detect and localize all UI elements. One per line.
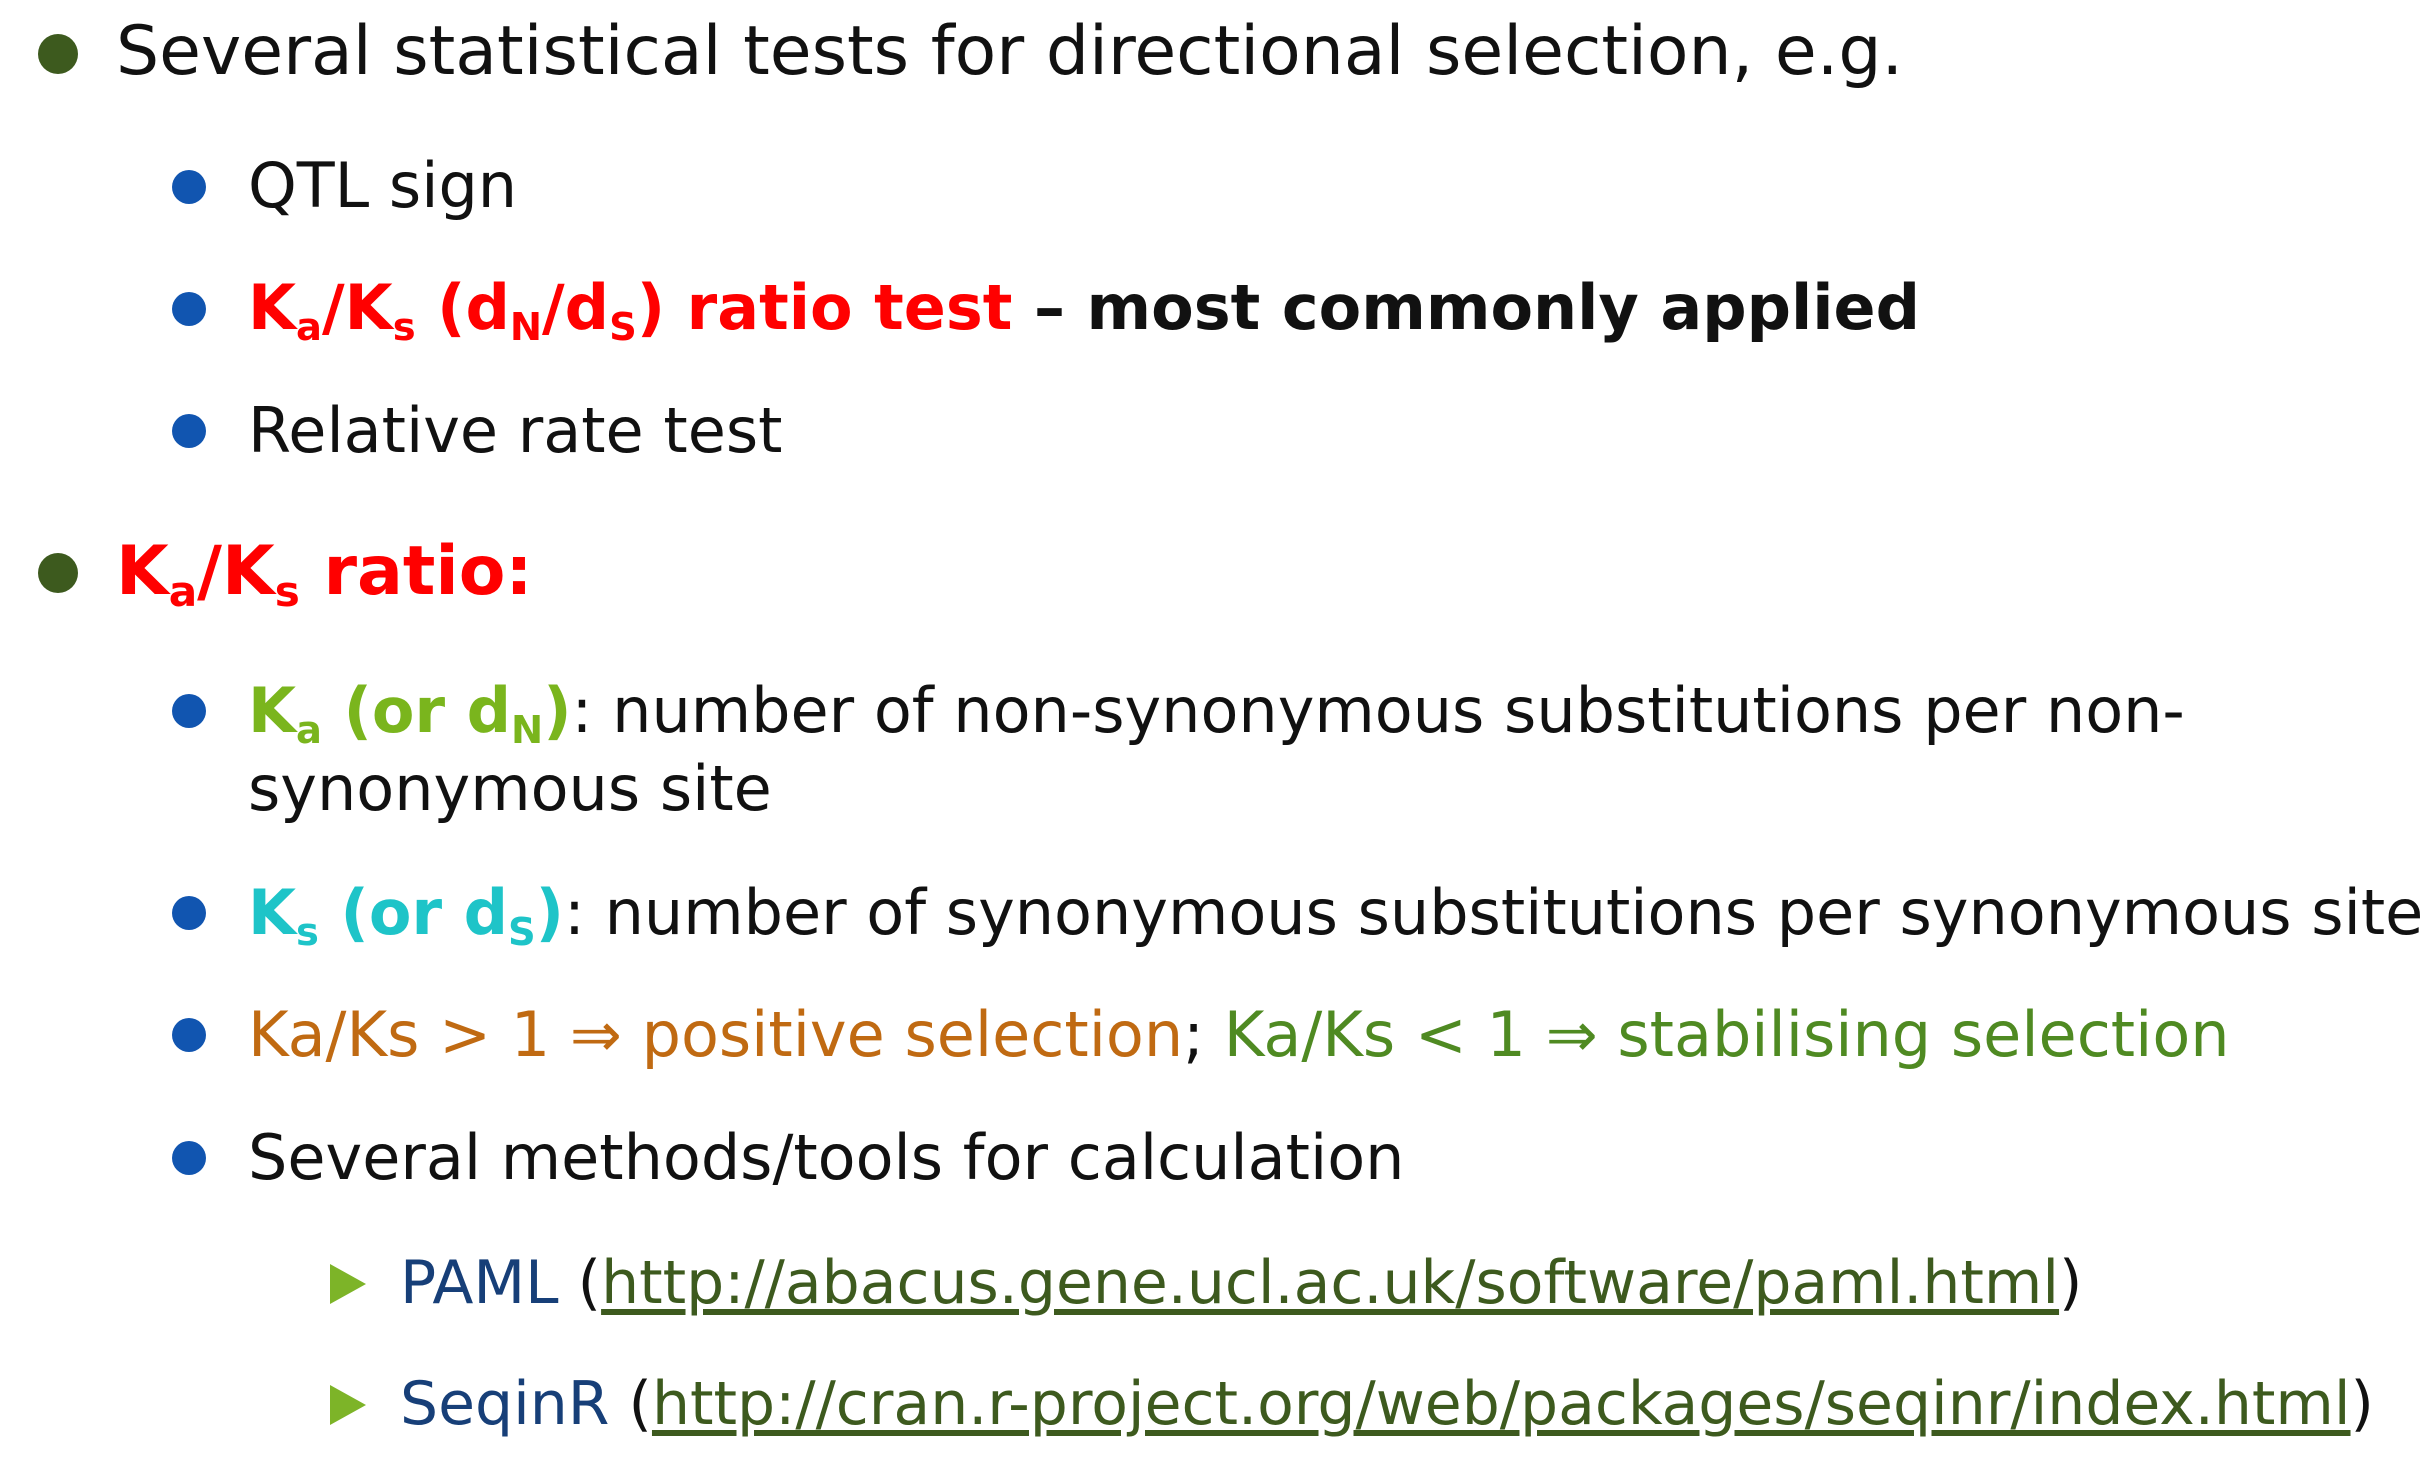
level2-bullet-icon	[172, 1018, 206, 1052]
tool-seqinr: SeqinR (http://cran.r-project.org/web/pa…	[400, 1369, 2374, 1439]
interpretation-text: Ka/Ks > 1 ⇒ positive selection; Ka/Ks < …	[248, 998, 2230, 1071]
relative-rate-text: Relative rate test	[248, 394, 783, 467]
tool-name: PAML	[400, 1248, 559, 1318]
tool-paml: PAML (http://abacus.gene.ucl.ac.uk/softw…	[400, 1248, 2083, 1318]
ks-term: Ks (or dS)	[248, 876, 565, 955]
ratio-heading: Ka/Ks ratio:	[116, 532, 533, 616]
paml-link[interactable]: http://abacus.gene.ucl.ac.uk/software/pa…	[601, 1248, 2059, 1318]
kaks-test-label: Ka/Ks (dN/dS) ratio test	[248, 271, 1013, 350]
level2-bullet-icon	[172, 170, 206, 204]
ka-definition-line2: synonymous site	[248, 752, 772, 825]
level2-bullet-icon	[172, 292, 206, 326]
stabilising-selection: Ka/Ks < 1 ⇒ stabilising selection	[1223, 998, 2230, 1071]
ka-definition-line1: Ka (or dN): number of non-synonymous sub…	[248, 674, 2185, 753]
level2-bullet-icon	[172, 414, 206, 448]
level3-arrow-icon	[330, 1385, 366, 1425]
tool-name: SeqinR	[400, 1369, 610, 1439]
kaks-test-text: Ka/Ks (dN/dS) ratio test – most commonly…	[248, 277, 1920, 347]
level2-bullet-icon	[172, 1141, 206, 1175]
ks-definition: Ks (or dS): number of synonymous substit…	[248, 876, 2424, 955]
level2-bullet-icon	[172, 896, 206, 930]
methods-text: Several methods/tools for calculation	[248, 1121, 1405, 1194]
qtl-sign-text: QTL sign	[248, 149, 518, 222]
level3-arrow-icon	[330, 1264, 366, 1304]
level1-bullet-icon	[38, 34, 78, 74]
ka-term: Ka (or dN)	[248, 674, 572, 753]
kaks-test-suffix: – most commonly applied	[1012, 271, 1920, 344]
level2-bullet-icon	[172, 694, 206, 728]
intro-text: Several statistical tests for directiona…	[116, 12, 1904, 91]
positive-selection: Ka/Ks > 1 ⇒ positive selection	[248, 998, 1184, 1071]
level1-bullet-icon	[38, 553, 78, 593]
seqinr-link[interactable]: http://cran.r-project.org/web/packages/s…	[652, 1369, 2351, 1439]
